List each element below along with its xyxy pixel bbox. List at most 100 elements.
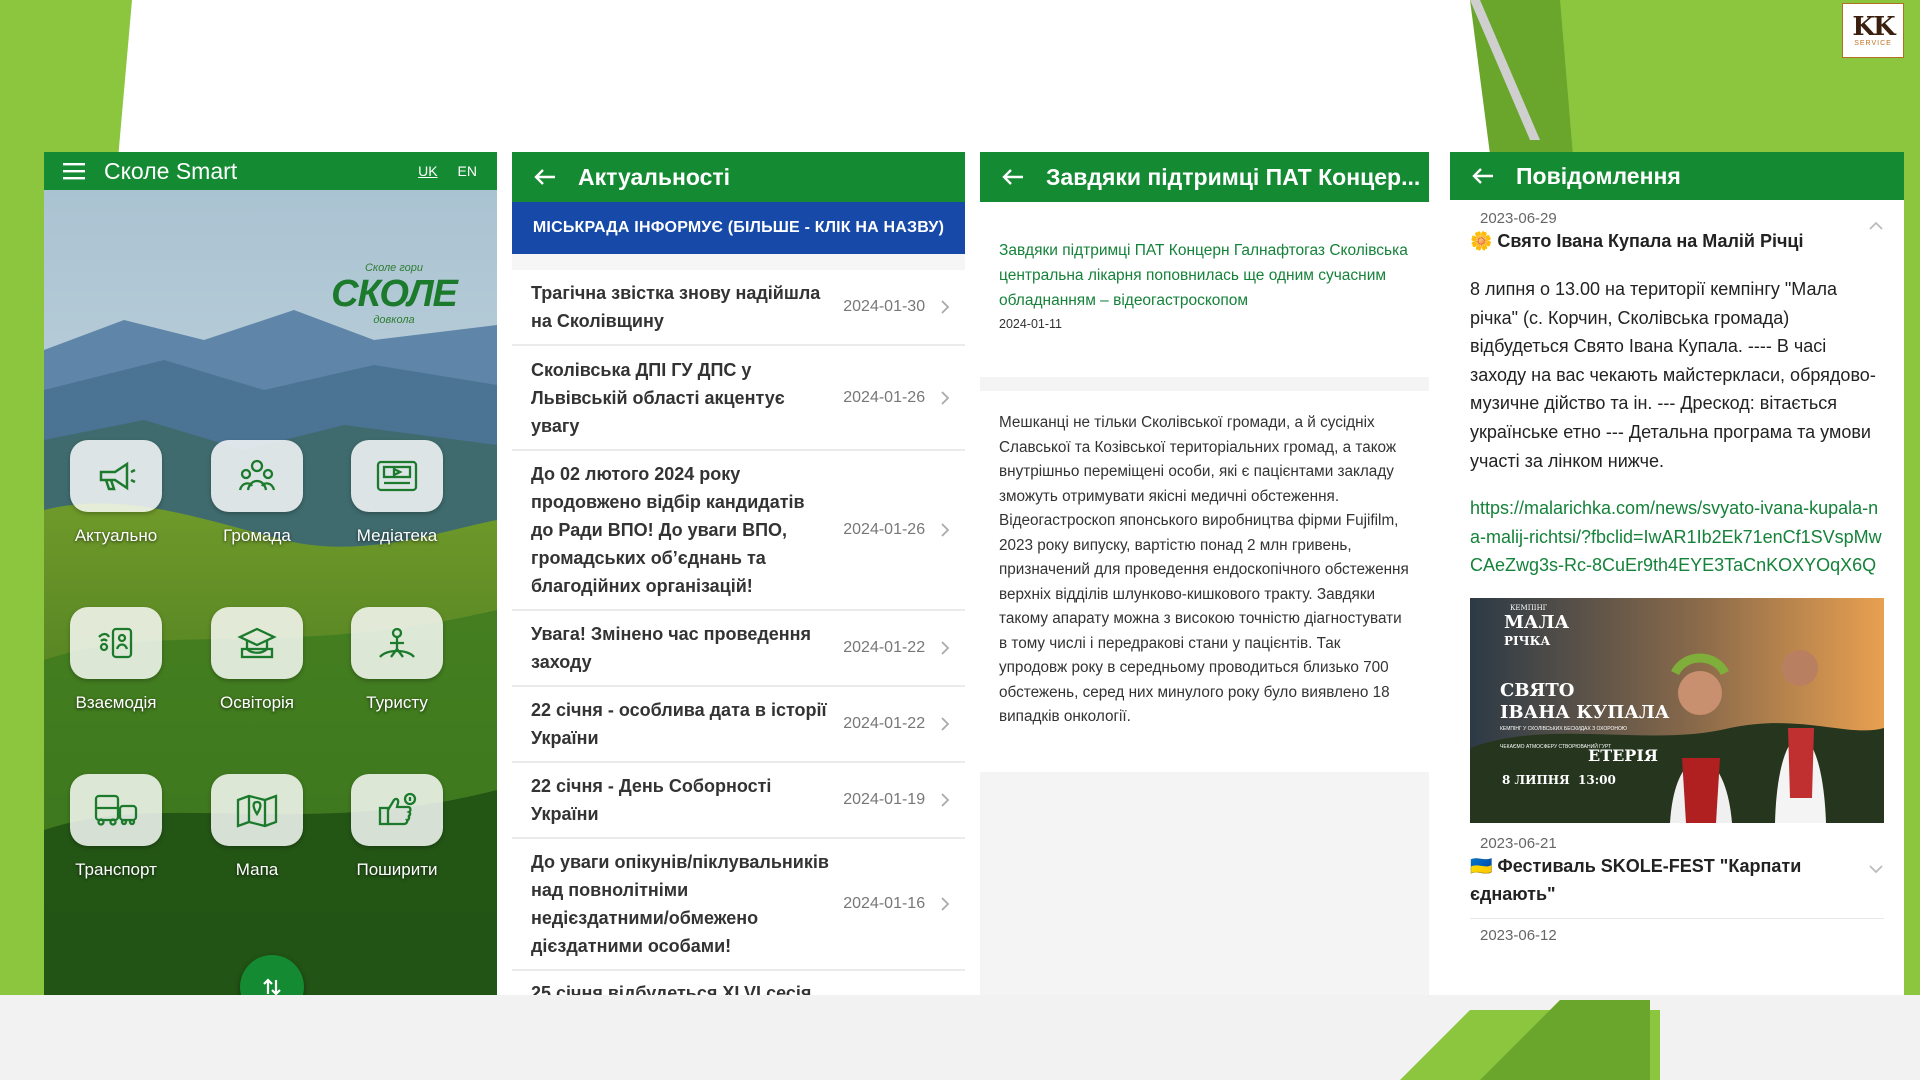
message-item-expanded: 2023-06-29 🌼 Свято Івана Купала на Малій… [1450,200,1904,823]
map-icon [236,794,278,828]
news-app-bar: Актуальності [512,152,965,202]
app-title: Сколе Smart [104,157,238,184]
tile-turystu[interactable]: Туристу [337,607,457,713]
message-link[interactable]: https://malarichka.com/news/svyato-ivana… [1470,494,1884,580]
tile-label: Транспорт [75,860,157,879]
lang-uk-button[interactable]: UK [418,163,437,179]
tile-mapa[interactable]: Мапа [197,774,317,880]
message-date: 2023-06-29 [1480,210,1557,227]
message-body: 8 липня о 13.00 на території кемпінгу "М… [1470,279,1876,471]
chevron-right-icon [941,300,950,314]
news-item-date: 2024-01-19 [843,791,926,808]
article-headline[interactable]: Завдяки підтримці ПАТ Концерн Галнафтога… [999,238,1411,313]
chevron-right-icon [941,717,950,731]
message-date: 2023-06-21 [1480,834,1557,852]
news-item-title: До уваги опікунів/піклувальників над пов… [531,852,829,956]
tile-vzaiemodiia[interactable]: Взаємодія [56,607,176,713]
mountain-hero-image: Сколе гори СКОЛЕ довкола Актуально Грома… [44,190,497,995]
news-item[interactable]: До 02 лютого 2024 року продовжено відбір… [512,451,965,611]
news-item-date: 2024-01-22 [843,639,926,656]
logo-subtext: SERVICE [1854,39,1892,47]
kk-service-logo: KK SERVICE [1842,3,1904,58]
chevron-right-icon [941,897,950,911]
poster-line-1: СВЯТО [1500,679,1575,701]
message-item[interactable]: 2023-06-12 [1450,919,1904,944]
interaction-icon [98,627,133,659]
expand-button[interactable] [1868,861,1884,879]
poster-brand-small: КЕМПІНГ [1510,603,1548,612]
megaphone-icon [99,461,136,491]
news-item-title: 22 січня - особлива дата в історії Украї… [531,700,827,748]
news-item-date: 2024-01-26 [843,388,926,406]
message-title[interactable]: 🌼 Свято Івана Купала на Малій Річці [1470,227,1884,255]
chevron-up-icon [1869,221,1883,230]
messages-app-bar: Повідомлення [1450,152,1904,200]
chevron-right-icon [941,793,950,807]
tile-label: Громада [223,526,291,545]
hamburger-icon [63,163,85,180]
news-item-date: 2024-01-22 [843,715,926,732]
article-date: 2024-01-11 [999,317,1063,331]
message-item[interactable]: 2023-06-21 🇺🇦 Фестиваль SKOLE-FEST "Карп… [1450,835,1904,908]
tile-aktualno[interactable]: Актуально [56,440,176,546]
chevron-right-icon [941,390,950,405]
news-list-screen: Актуальності МІСЬКРАДА ІНФОРМУЄ (БІЛЬШЕ … [512,152,965,995]
news-item-title: До 02 лютого 2024 року продовжено відбір… [531,464,805,596]
tile-label: Туристу [366,693,428,712]
logo-text: KK [1852,11,1895,42]
poster-date: 8 ЛИПНЯ [1502,772,1570,787]
news-item-title: 22 січня - День Соборності України [531,776,772,824]
back-button[interactable] [980,168,1046,186]
back-button[interactable] [1450,167,1516,185]
article-body: Мешканці не тільки Сколівської громади, … [980,391,1429,772]
news-item[interactable]: 22 січня - особлива дата в історії Украї… [512,687,965,763]
poster-brand: МАЛА [1504,611,1570,633]
menu-button[interactable] [44,162,104,180]
news-item[interactable]: 22 січня - День Соборності України 2024-… [512,763,965,839]
news-item-date: 2024-01-30 [843,298,926,315]
tile-mediateka[interactable]: Медіатека [337,440,457,546]
chevron-down-icon [1869,865,1883,874]
brand-bottom-text: довкола [373,314,415,326]
news-item[interactable]: Увага! Змінено час проведення заходу 202… [512,611,965,687]
article-screen-title: Завдяки підтримці ПАТ Концер... [1046,163,1421,190]
news-item[interactable]: 25 січня відбудеться XLVI сесія [512,971,965,995]
tile-label: Актуально [74,526,158,545]
news-item[interactable]: Трагічна звістка знову надійшла на Сколі… [512,270,965,346]
poster-line-2: ІВАНА КУПАЛА [1500,701,1670,723]
poster-brand-2: РІЧКА [1504,633,1551,648]
tile-label: Взаємодія [75,693,157,712]
chevron-right-icon [941,641,950,655]
share-icon [378,792,417,826]
news-screen-title: Актуальності [578,163,731,190]
community-icon [238,459,276,491]
tile-label: Медіатека [356,526,438,545]
tile-label: Поширити [356,860,438,879]
collapse-button[interactable] [1868,218,1884,236]
back-button[interactable] [512,168,578,186]
news-item[interactable]: Сколівська ДПІ ГУ ДПС у Львівській облас… [512,346,965,451]
poster-band: ЕТЕРІЯ [1588,745,1658,765]
tile-poshyryty[interactable]: Поширити [337,774,457,880]
home-screen: Сколе Smart UK EN Сколе гори СКОЛЕ довко… [44,152,497,995]
lang-en-button[interactable]: EN [458,163,477,179]
message-title: 🇺🇦 Фестиваль SKOLE-FEST "Карпати єднають… [1470,855,1802,904]
tile-label: Мапа [235,860,279,879]
skole-brand-logo: Сколе гори СКОЛЕ довкола [324,262,464,352]
education-icon [237,627,277,659]
chevron-right-icon [941,523,950,537]
home-app-bar: Сколе Smart UK EN [44,152,497,190]
article-screen: Завдяки підтримці ПАТ Концер... Завдяки … [980,152,1429,995]
tile-hromada[interactable]: Громада [197,440,317,546]
article-header-card: Завдяки підтримці ПАТ Концерн Галнафтога… [980,202,1429,377]
tile-transport[interactable]: Транспорт [56,774,176,880]
article-app-bar: Завдяки підтримці ПАТ Концер... [980,152,1429,202]
news-item[interactable]: До уваги опікунів/піклувальників над пов… [512,839,965,971]
news-item-title: Увага! Змінено час проведення заходу [531,624,812,672]
city-council-banner[interactable]: МІСЬКРАДА ІНФОРМУЄ (БІЛЬШЕ - КЛІК НА НАЗ… [512,202,965,254]
tile-osvitoriia[interactable]: Освіторія [197,607,317,713]
messages-screen-title: Повідомлення [1516,162,1681,189]
arrow-left-icon [1472,168,1493,184]
brand-main-text: СКОЛЕ [331,273,458,315]
news-item-title: Трагічна звістка знову надійшла на Сколі… [531,283,821,331]
